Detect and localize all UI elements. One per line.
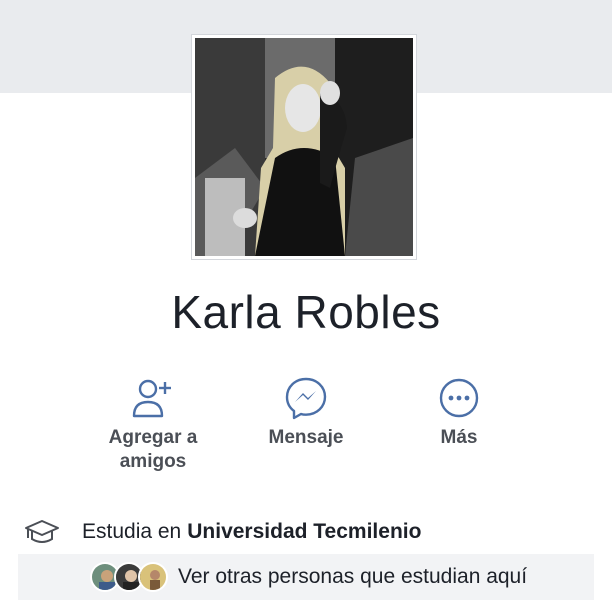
profile-photo-image [195, 38, 413, 256]
message-button[interactable]: Mensaje [256, 376, 356, 450]
profile-name: Karla Robles [171, 286, 441, 338]
more-icon [439, 378, 479, 418]
see-classmates-row[interactable]: Ver otras personas que estudian aquí [18, 554, 594, 600]
more-label: Más [440, 427, 478, 448]
message-label: Mensaje [268, 427, 344, 448]
education-school-link[interactable]: Universidad Tecmilenio [187, 520, 421, 544]
education-row[interactable]: Estudia en Universidad Tecmilenio [24, 516, 594, 548]
graduation-cap-icon [25, 520, 59, 543]
profile-photo[interactable] [191, 34, 417, 260]
education-prefix: Estudia en [82, 520, 182, 543]
messenger-icon [285, 377, 327, 420]
add-friend-button[interactable]: Agregar a amigos [98, 376, 208, 474]
see-classmates-label: Ver otras personas que estudian aquí [178, 565, 528, 588]
add-friend-icon [132, 379, 171, 418]
avatar [138, 562, 168, 592]
more-button[interactable]: Más [418, 376, 500, 450]
classmate-avatars [90, 562, 168, 592]
add-friend-label-line1: Agregar a [108, 427, 198, 448]
add-friend-label-line2: amigos [119, 451, 187, 472]
